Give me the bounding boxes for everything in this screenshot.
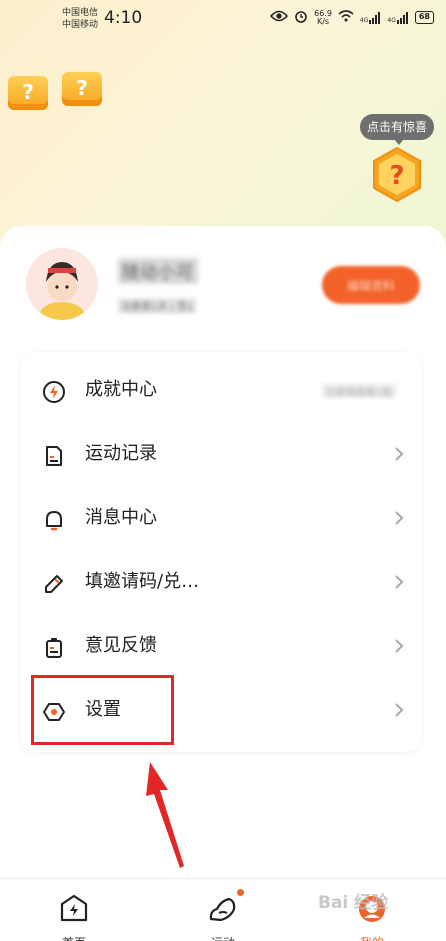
status-time: 4:10 — [104, 8, 143, 28]
menu-item-invite-code[interactable]: 填邀请码/兑… — [20, 550, 422, 614]
tab-label: 运动 — [163, 934, 283, 941]
status-bar: 中国电信 中国移动 4:10 66.9 K/s 4G 4G 68 — [0, 0, 446, 40]
lightning-circle-icon — [42, 380, 66, 404]
signal-icon-1: 4G — [360, 11, 381, 24]
menu-item-label: 填邀请码/兑… — [85, 571, 200, 592]
clipboard-icon — [42, 636, 66, 660]
tab-label: 我的 — [312, 934, 432, 941]
home-lightning-icon — [58, 893, 90, 925]
achievement-summary: 已获得勋章1枚 — [321, 384, 396, 399]
watermark: Bai 经验 — [318, 893, 389, 913]
eye-icon — [270, 10, 289, 25]
bell-icon — [42, 508, 66, 532]
tab-home[interactable]: 首页 — [14, 879, 134, 941]
menu-item-sport-records[interactable]: 运动记录 — [20, 422, 422, 486]
mystery-box-2[interactable]: ? — [62, 72, 102, 106]
pencil-icon — [42, 572, 66, 596]
red-arrow-annotation — [140, 760, 200, 870]
surprise-gift-icon[interactable]: ? — [370, 146, 424, 204]
tab-label: 首页 — [14, 934, 134, 941]
chevron-right-icon — [394, 638, 404, 654]
carrier-2: 中国移动 — [62, 20, 99, 30]
menu-item-feedback[interactable]: 意见反馈 — [20, 614, 422, 678]
menu-item-label: 成就中心 — [85, 379, 157, 400]
surprise-bubble[interactable]: 点击有惊喜 — [360, 114, 435, 145]
carrier-info: 中国电信 中国移动 — [62, 7, 98, 31]
carrier-1: 中国电信 — [62, 8, 99, 18]
tab-sport[interactable]: 运动 — [163, 879, 283, 941]
username: 随动小可 — [118, 258, 198, 284]
user-sub-info: 注册第1天 | 签1 — [118, 298, 197, 314]
chevron-right-icon — [394, 574, 404, 590]
menu-item-messages[interactable]: 消息中心 — [20, 486, 422, 550]
menu-item-label: 运动记录 — [85, 443, 157, 464]
menu-item-label: 消息中心 — [85, 507, 157, 528]
status-icons: 66.9 K/s 4G 4G 68 — [270, 9, 434, 26]
signal-icon-2: 4G — [387, 11, 408, 24]
notification-dot — [237, 889, 244, 896]
menu-item-achievements[interactable]: 成就中心 已获得勋章1枚 — [20, 358, 422, 422]
settings-highlight-box — [31, 675, 174, 745]
menu-item-label: 意见反馈 — [85, 635, 157, 656]
chevron-right-icon — [394, 510, 404, 526]
avatar[interactable] — [26, 248, 98, 320]
svg-text:?: ? — [389, 161, 404, 191]
record-doc-icon — [42, 444, 66, 468]
edit-profile-button[interactable]: 编辑资料 — [322, 266, 420, 304]
sneaker-icon — [207, 893, 239, 925]
alarm-icon — [294, 9, 308, 26]
chevron-right-icon — [394, 446, 404, 462]
chevron-right-icon — [394, 702, 404, 718]
net-speed: 66.9 K/s — [314, 8, 332, 26]
wifi-icon — [338, 10, 354, 25]
battery-icon: 68 — [414, 11, 434, 24]
mystery-box-1[interactable]: ? — [8, 76, 48, 110]
